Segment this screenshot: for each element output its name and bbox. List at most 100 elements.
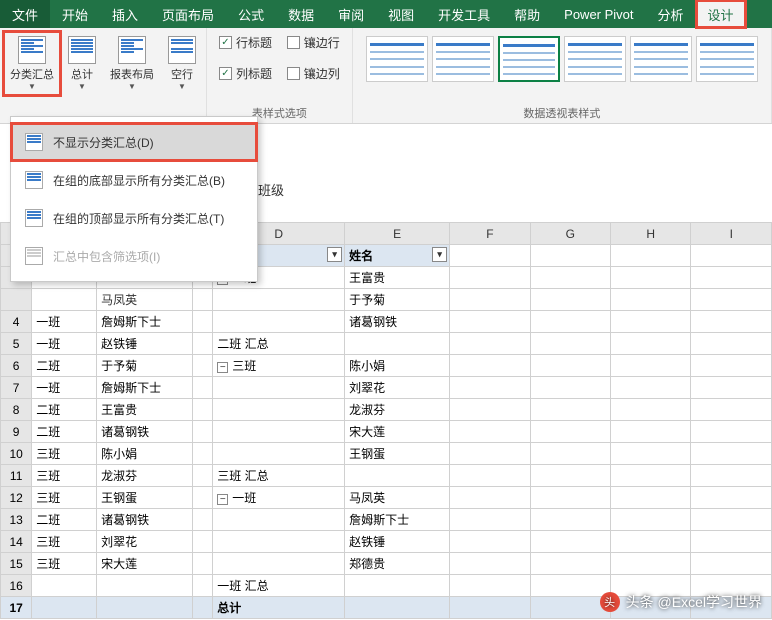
checkbox-bandedrows[interactable] [287, 36, 300, 49]
subtotals-button[interactable]: 分类汇总 ▼ [4, 32, 60, 95]
pivot-group[interactable]: −一班 [213, 487, 345, 509]
style-thumb[interactable] [564, 36, 626, 82]
col-header-G[interactable]: G [530, 223, 610, 245]
cell[interactable]: 二班 [32, 509, 97, 531]
checkbox-rowheaders[interactable]: ✓ [219, 36, 232, 49]
cell[interactable]: 二班 [32, 355, 97, 377]
row-header[interactable]: 8 [1, 399, 32, 421]
pivot-field-name[interactable]: 姓名▾ [345, 245, 450, 267]
rowheaders-label: 行标题 [236, 34, 272, 51]
cell[interactable]: 龙淑芬 [97, 465, 193, 487]
checkbox-bandedcols[interactable] [287, 67, 300, 80]
row-header[interactable]: 4 [1, 311, 32, 333]
col-header-I[interactable]: I [691, 223, 772, 245]
cell[interactable]: 王钢蛋 [345, 443, 450, 465]
cell[interactable]: 詹姆斯下士 [345, 509, 450, 531]
cell[interactable]: 龙淑芬 [345, 399, 450, 421]
tab-view[interactable]: 视图 [376, 0, 426, 28]
col-header-E[interactable]: E [345, 223, 450, 245]
tab-developer[interactable]: 开发工具 [426, 0, 502, 28]
cell[interactable]: 诸葛钢铁 [97, 421, 193, 443]
tab-formulas[interactable]: 公式 [226, 0, 276, 28]
row-header[interactable]: 5 [1, 333, 32, 355]
cell[interactable]: 刘翠花 [345, 377, 450, 399]
tab-help[interactable]: 帮助 [502, 0, 552, 28]
tab-analyze[interactable]: 分析 [646, 0, 696, 28]
row-header[interactable]: 17 [1, 597, 32, 619]
cell[interactable]: 诸葛钢铁 [345, 311, 450, 333]
cell[interactable]: 一班 [32, 377, 97, 399]
style-thumb[interactable] [630, 36, 692, 82]
cell[interactable]: 三班 [32, 531, 97, 553]
cell[interactable]: 宋大莲 [97, 553, 193, 575]
cell[interactable]: 刘翠花 [97, 531, 193, 553]
collapse-icon[interactable]: − [217, 362, 228, 373]
cell[interactable]: 一班 [32, 311, 97, 333]
cell[interactable]: 二班 [32, 421, 97, 443]
tab-home[interactable]: 开始 [50, 0, 100, 28]
pivot-group[interactable]: −三班 [213, 355, 345, 377]
tab-insert[interactable]: 插入 [100, 0, 150, 28]
tab-pagelayout[interactable]: 页面布局 [150, 0, 226, 28]
col-header-H[interactable]: H [611, 223, 691, 245]
cell[interactable]: 于予菊 [345, 289, 450, 311]
dropdown-do-not-show[interactable]: 不显示分类汇总(D) [11, 123, 257, 161]
cell[interactable]: 诸葛钢铁 [97, 509, 193, 531]
cell[interactable]: 二班 汇总 [213, 333, 345, 355]
collapse-icon[interactable]: − [217, 494, 228, 505]
cell[interactable]: 詹姆斯下士 [97, 377, 193, 399]
cell[interactable]: 詹姆斯下士 [97, 311, 193, 333]
filter-button[interactable]: ▾ [327, 247, 342, 262]
row-header[interactable]: 10 [1, 443, 32, 465]
cell[interactable]: 于予菊 [97, 355, 193, 377]
cell[interactable]: 赵铁锤 [345, 531, 450, 553]
cell[interactable]: 三班 [32, 443, 97, 465]
style-thumb[interactable] [696, 36, 758, 82]
row-header[interactable]: 16 [1, 575, 32, 597]
cell[interactable]: 王钢蛋 [97, 487, 193, 509]
tab-design[interactable]: 设计 [696, 0, 746, 28]
row-header[interactable]: 11 [1, 465, 32, 487]
cell[interactable]: 二班 [32, 399, 97, 421]
row-header[interactable] [1, 289, 32, 311]
cell[interactable]: 三班 [32, 487, 97, 509]
tab-powerpivot[interactable]: Power Pivot [552, 0, 645, 28]
row-header[interactable]: 14 [1, 531, 32, 553]
col-header-F[interactable]: F [450, 223, 530, 245]
tab-data[interactable]: 数据 [276, 0, 326, 28]
dropdown-show-top[interactable]: 在组的顶部显示所有分类汇总(T) [11, 199, 257, 237]
style-thumb[interactable] [432, 36, 494, 82]
row-header[interactable]: 13 [1, 509, 32, 531]
row-header[interactable]: 15 [1, 553, 32, 575]
cell[interactable]: 三班 [32, 465, 97, 487]
bandedrows-label: 镶边行 [304, 34, 340, 51]
tab-file[interactable]: 文件 [0, 0, 50, 28]
cell[interactable]: 宋大莲 [345, 421, 450, 443]
style-thumb[interactable] [366, 36, 428, 82]
cell[interactable]: 王富贵 [97, 399, 193, 421]
cell[interactable]: 马凤英 [345, 487, 450, 509]
cell[interactable]: 三班 [32, 553, 97, 575]
cell[interactable]: 王富贵 [345, 267, 450, 289]
cell[interactable]: 陈小娟 [345, 355, 450, 377]
style-thumb-selected[interactable] [498, 36, 560, 82]
tab-review[interactable]: 审阅 [326, 0, 376, 28]
grand-total-cell[interactable]: 总计 [213, 597, 345, 619]
checkbox-colheaders[interactable]: ✓ [219, 67, 232, 80]
row-header[interactable]: 12 [1, 487, 32, 509]
row-header[interactable]: 9 [1, 421, 32, 443]
cell[interactable]: 郑德贵 [345, 553, 450, 575]
dropdown-show-bottom[interactable]: 在组的底部显示所有分类汇总(B) [11, 161, 257, 199]
cell[interactable]: 一班 汇总 [213, 575, 345, 597]
cell[interactable]: 赵铁锤 [97, 333, 193, 355]
cell[interactable]: 一班 [32, 333, 97, 355]
row-header[interactable]: 7 [1, 377, 32, 399]
grandtotals-button[interactable]: 总计 ▼ [62, 32, 102, 95]
reportlayout-button[interactable]: 报表布局 ▼ [104, 32, 160, 95]
cell[interactable]: 马凤英 [97, 289, 193, 311]
cell[interactable]: 三班 汇总 [213, 465, 345, 487]
filter-button[interactable]: ▾ [432, 247, 447, 262]
cell[interactable]: 陈小娟 [97, 443, 193, 465]
blankrows-button[interactable]: 空行 ▼ [162, 32, 202, 95]
row-header[interactable]: 6 [1, 355, 32, 377]
